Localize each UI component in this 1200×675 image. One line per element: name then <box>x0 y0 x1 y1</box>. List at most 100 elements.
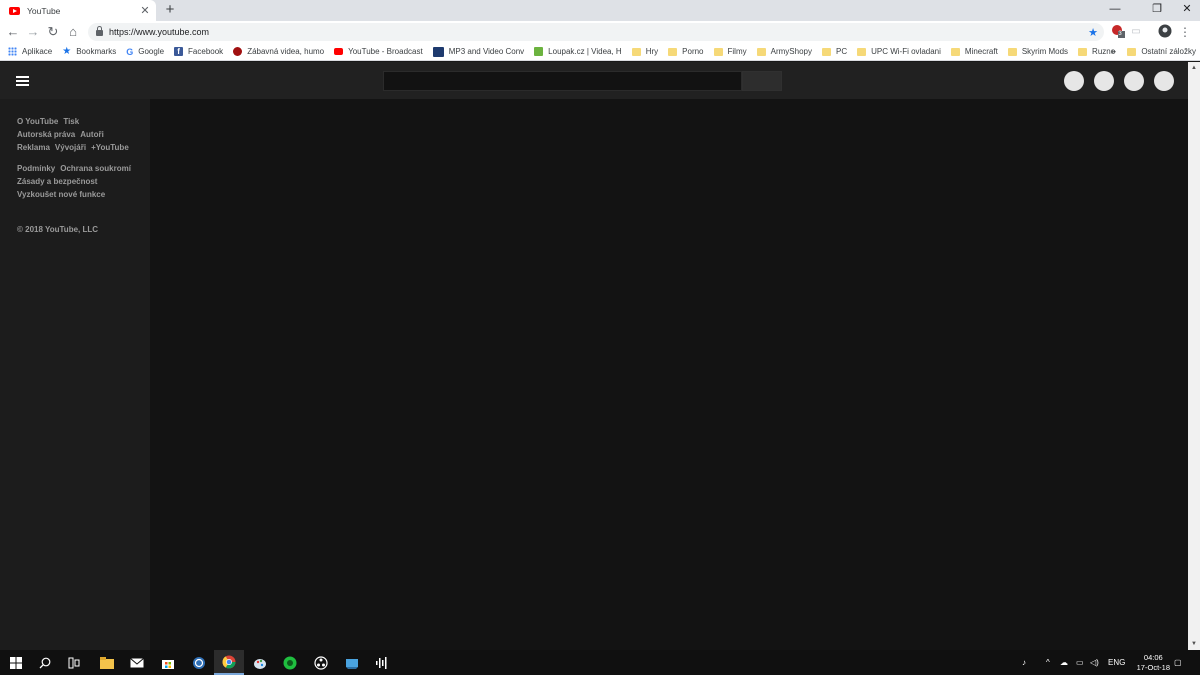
search-input[interactable] <box>383 71 742 91</box>
page-scrollbar[interactable]: ▲ ▼ <box>1188 62 1200 650</box>
new-tab-button[interactable]: + <box>160 0 180 21</box>
bookmark-folder-pc[interactable]: PC <box>821 47 847 56</box>
taskbar-clock[interactable]: 04:06 17-Oct-18 <box>1137 653 1170 673</box>
bookmark-google[interactable]: G Google <box>126 47 164 57</box>
search-button[interactable] <box>742 71 782 91</box>
bookmark-facebook[interactable]: f Facebook <box>174 47 223 56</box>
profile-avatar[interactable] <box>1157 24 1173 40</box>
scroll-up-arrow-icon[interactable]: ▲ <box>1188 62 1200 74</box>
url-text[interactable]: https://www.youtube.com <box>109 27 1088 37</box>
bookmark-folder-minecraft[interactable]: Minecraft <box>950 47 998 56</box>
apps-icon <box>8 47 17 56</box>
masthead-button-1[interactable] <box>1064 71 1084 91</box>
facebook-icon: f <box>174 47 184 56</box>
scroll-down-arrow-icon[interactable]: ▼ <box>1188 638 1200 650</box>
bookmark-folder-skyrim-mods[interactable]: Skyrim Mods <box>1007 47 1068 56</box>
masthead-button-4[interactable] <box>1154 71 1174 91</box>
store-button[interactable] <box>153 650 183 675</box>
address-bar[interactable]: https://www.youtube.com ★ <box>88 23 1104 41</box>
folder-icon <box>100 656 114 669</box>
bookmark-folder-ruzne[interactable]: Ruzne <box>1078 47 1115 56</box>
tray-chevron-up-icon[interactable]: ^ <box>1046 650 1050 675</box>
start-button[interactable] <box>1 650 31 675</box>
mail-button[interactable] <box>122 650 152 675</box>
bookmark-youtube-broadcast[interactable]: YouTube - Broadcast <box>334 47 423 56</box>
task-view-icon <box>68 657 80 668</box>
folder-icon <box>1007 47 1017 56</box>
lock-icon <box>96 26 103 36</box>
browser-toolbar: ← → ↻ ⌂ https://www.youtube.com ★ 3 ▭ ⋮ <box>0 21 1200 43</box>
bookmark-star-icon[interactable]: ★ <box>1088 26 1098 39</box>
folder-icon <box>756 47 766 56</box>
link-ochrana-soukromi[interactable]: Ochrana soukromí <box>60 164 131 173</box>
bug-icon <box>233 47 243 56</box>
app-button-refresh[interactable] <box>184 650 214 675</box>
masthead-button-2[interactable] <box>1094 71 1114 91</box>
tab-youtube[interactable]: YouTube ✕ <box>0 0 156 21</box>
bookmark-folder-filmy[interactable]: Filmy <box>713 47 747 56</box>
masthead-button-3[interactable] <box>1124 71 1144 91</box>
back-button[interactable]: ← <box>4 23 22 41</box>
link-autori[interactable]: Autoři <box>80 130 104 139</box>
bookmarks-overflow-button[interactable]: » <box>1111 46 1116 56</box>
extension-badge: 3 <box>1118 31 1122 37</box>
link-o-youtube[interactable]: O YouTube <box>17 117 58 126</box>
tray-language[interactable]: ENG <box>1108 650 1125 675</box>
reload-button[interactable]: ↻ <box>44 23 62 41</box>
search-taskbar-button[interactable] <box>30 650 60 675</box>
link-vyzkouset-nove-funkce[interactable]: Vyzkoušet nové funkce <box>17 190 105 199</box>
tab-close-icon[interactable]: ✕ <box>138 4 152 17</box>
minimize-button[interactable]: — <box>1098 0 1132 21</box>
folder-icon <box>821 47 831 56</box>
app-button-obs[interactable] <box>306 650 336 675</box>
app-button-paint[interactable] <box>245 650 275 675</box>
hamburger-menu-icon[interactable] <box>16 76 29 86</box>
tray-network-icon[interactable]: ▭ <box>1076 650 1084 675</box>
tray-people-icon[interactable]: ♪ <box>1022 650 1026 675</box>
chrome-button[interactable] <box>214 650 244 675</box>
bookmarks-bar: Aplikace ★ Bookmarks G Google f Facebook… <box>0 43 1200 61</box>
bookmark-loupak[interactable]: Loupak.cz | Videa, H <box>534 47 622 56</box>
audio-waveform-icon <box>376 656 387 669</box>
clock-time: 04:06 <box>1143 653 1163 662</box>
link-vyvojari[interactable]: Vývojáři <box>55 143 86 152</box>
folder-icon <box>713 47 723 56</box>
tab-title: YouTube <box>27 5 61 16</box>
link-podminky[interactable]: Podmínky <box>17 164 55 173</box>
action-center-icon[interactable]: ▢ <box>1174 650 1182 675</box>
file-explorer-button[interactable] <box>92 650 122 675</box>
cast-icon[interactable]: ▭ <box>1128 24 1144 40</box>
link-tisk[interactable]: Tisk <box>63 117 79 126</box>
link-plus-youtube[interactable]: +YouTube <box>91 143 129 152</box>
forward-button[interactable]: → <box>24 23 42 41</box>
tray-volume-icon[interactable]: ◁) <box>1090 650 1099 675</box>
green-app-icon <box>283 656 297 669</box>
bookmark-folder-hry[interactable]: Hry <box>631 47 658 56</box>
task-view-button[interactable] <box>59 650 89 675</box>
store-icon <box>162 659 174 669</box>
home-button[interactable]: ⌂ <box>64 23 82 41</box>
folder-icon <box>1078 47 1088 56</box>
restore-button[interactable]: ❐ <box>1140 0 1174 21</box>
link-reklama[interactable]: Reklama <box>17 143 50 152</box>
app-button-green[interactable] <box>275 650 305 675</box>
bookmark-zabavna-videa[interactable]: Zábavná videa, humo <box>233 47 324 56</box>
folder-icon <box>1127 47 1137 56</box>
footer-links-row: O YouTube Tisk <box>17 115 150 128</box>
tray-cloud-icon[interactable]: ☁ <box>1060 650 1068 675</box>
bookmark-aplikace[interactable]: Aplikace <box>8 47 52 56</box>
search-icon <box>39 657 51 668</box>
bookmark-folder-porno[interactable]: Porno <box>668 47 704 56</box>
bookmark-folder-other[interactable]: Ostatní záložky <box>1127 47 1196 56</box>
link-autorska-prava[interactable]: Autorská práva <box>17 130 75 139</box>
browser-menu-icon[interactable]: ⋮ <box>1177 24 1193 40</box>
app-button-audio[interactable] <box>367 650 397 675</box>
link-zasady-bezpecnost[interactable]: Zásady a bezpečnost <box>17 177 97 186</box>
bookmark-folder-upc-wifi[interactable]: UPC Wi-Fi ovladani <box>857 47 941 56</box>
bookmark-bookmarks[interactable]: ★ Bookmarks <box>62 46 116 57</box>
bookmark-folder-armyshopy[interactable]: ArmyShopy <box>756 47 812 56</box>
chrome-icon <box>222 655 236 668</box>
bookmark-mp3-converter[interactable]: MP3 and Video Conv <box>432 46 524 57</box>
app-button-blue[interactable] <box>337 650 367 675</box>
close-window-button[interactable]: ✕ <box>1170 0 1200 21</box>
